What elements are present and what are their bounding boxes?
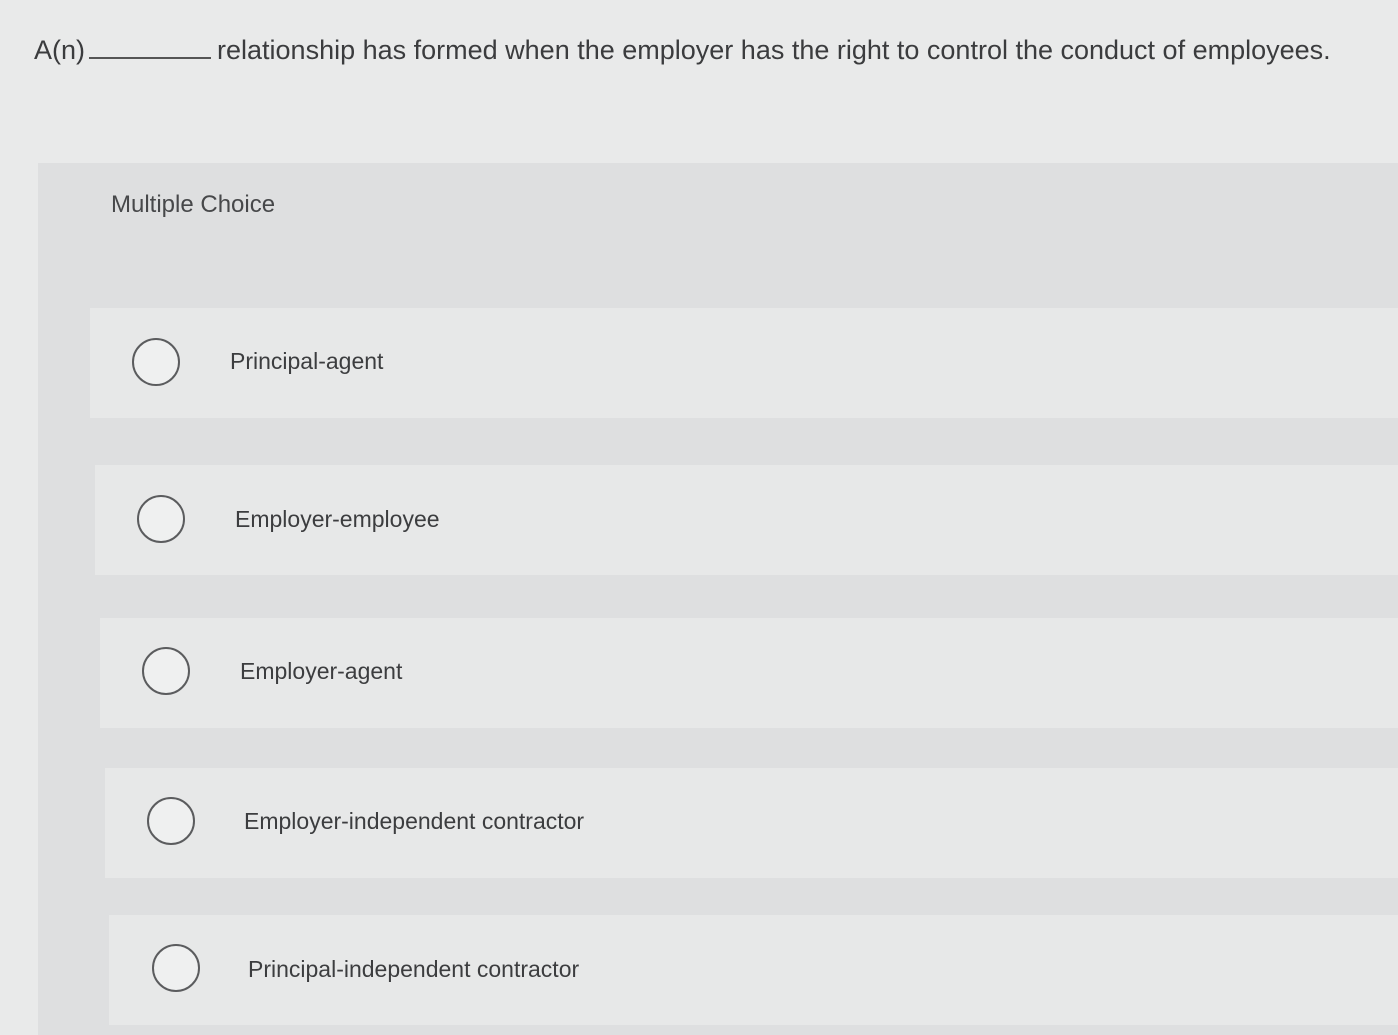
question-prefix: A(n) — [34, 35, 86, 65]
option-label: Employer-employee — [235, 506, 440, 532]
option-label: Employer-independent contractor — [244, 808, 585, 834]
question-text: A(n) relationship has formed when the emp… — [34, 30, 1374, 70]
answer-blank — [89, 33, 212, 59]
option-label: Principal-agent — [230, 348, 384, 374]
multiple-choice-label: Multiple Choice — [111, 191, 276, 218]
option-principal-independent-contractor[interactable]: Principal-independent contractor — [109, 915, 1398, 1025]
radio-button-icon[interactable] — [147, 797, 195, 845]
radio-button-icon[interactable] — [142, 647, 190, 695]
option-employer-independent-contractor[interactable]: Employer-independent contractor — [105, 768, 1398, 878]
radio-button-icon[interactable] — [137, 495, 185, 543]
option-principal-agent[interactable]: Principal-agent — [90, 308, 1398, 418]
radio-button-icon[interactable] — [132, 338, 180, 386]
multiple-choice-panel: Multiple Choice Principal-agent Employer… — [38, 163, 1398, 1035]
question-suffix: relationship has formed when the employe… — [217, 35, 1331, 65]
option-employer-employee[interactable]: Employer-employee — [95, 465, 1398, 575]
option-label: Employer-agent — [240, 658, 403, 684]
option-label: Principal-independent contractor — [248, 956, 580, 982]
option-employer-agent[interactable]: Employer-agent — [100, 618, 1398, 728]
radio-button-icon[interactable] — [152, 944, 200, 992]
